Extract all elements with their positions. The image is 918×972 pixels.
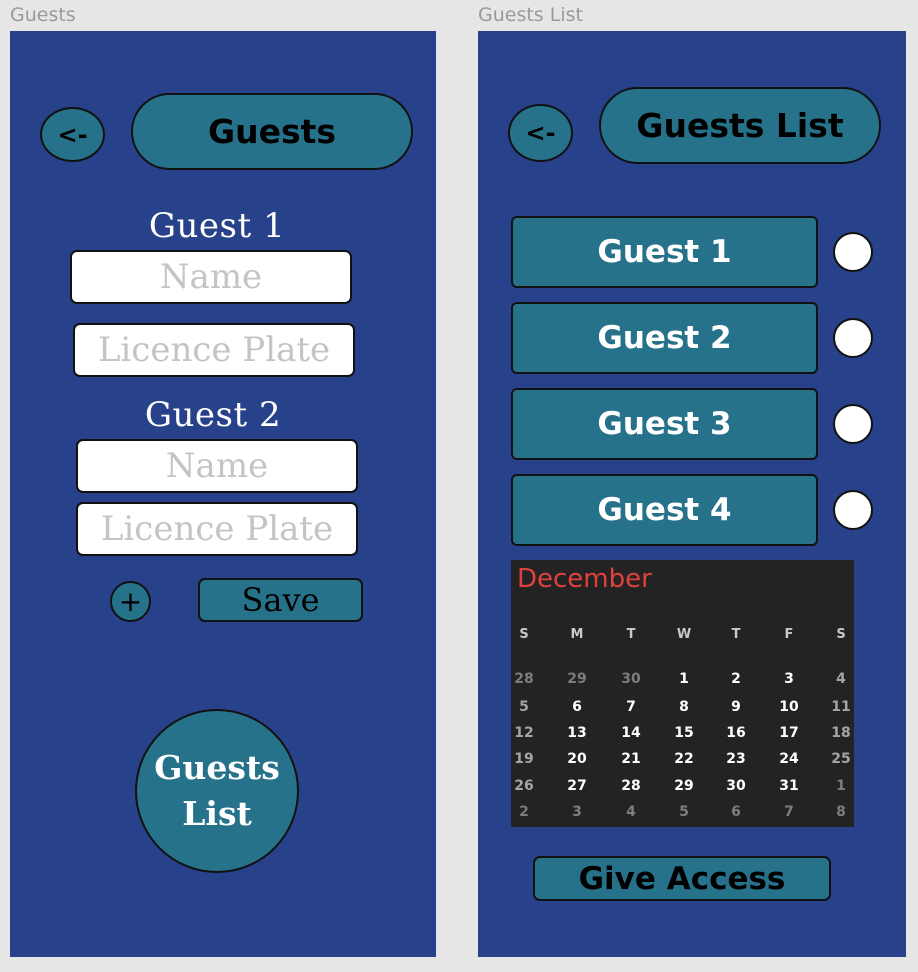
guest-2-label: Guest 2 (144, 395, 282, 435)
calendar-day[interactable]: 3 (560, 804, 594, 820)
page-title: Guests List (599, 87, 881, 164)
calendar-day[interactable]: 6 (560, 699, 594, 715)
calendar-day[interactable]: 30 (719, 778, 753, 794)
calendar-day[interactable]: 17 (772, 725, 806, 741)
guests-screen: <- Guests Guest 1 Guest 2 + Save Guests … (10, 31, 436, 957)
calendar-day[interactable]: 5 (667, 804, 701, 820)
calendar-weekday: S (836, 627, 846, 642)
artboard-label-guests-list: Guests List (478, 4, 583, 26)
calendar-day[interactable]: 31 (772, 778, 806, 794)
calendar-day[interactable]: 27 (560, 778, 594, 794)
calendar-day[interactable]: 7 (614, 699, 648, 715)
calendar-weekday: T (731, 627, 741, 642)
guest-2-name-field[interactable] (76, 439, 358, 493)
calendar-day[interactable]: 20 (560, 751, 594, 767)
calendar-day[interactable]: 25 (824, 751, 858, 767)
calendar-day[interactable]: 2 (507, 804, 541, 820)
calendar-day[interactable]: 2 (719, 671, 753, 687)
calendar-day[interactable]: 24 (772, 751, 806, 767)
guest-4-radio[interactable] (833, 490, 873, 530)
calendar-weekday: W (676, 627, 692, 642)
calendar-day[interactable]: 4 (614, 804, 648, 820)
calendar-day[interactable]: 13 (560, 725, 594, 741)
calendar-day[interactable]: 26 (507, 778, 541, 794)
guest-1-licence-plate-field[interactable] (73, 323, 355, 377)
calendar-day[interactable]: 28 (507, 671, 541, 687)
calendar-day[interactable]: 8 (667, 699, 701, 715)
guest-item-3[interactable]: Guest 3 (511, 388, 818, 460)
calendar-month: December (517, 564, 652, 594)
guest-item-4[interactable]: Guest 4 (511, 474, 818, 546)
calendar-day[interactable]: 19 (507, 751, 541, 767)
guest-2-radio[interactable] (833, 318, 873, 358)
calendar-day[interactable]: 1 (667, 671, 701, 687)
calendar-day[interactable]: 22 (667, 751, 701, 767)
guests-list-button[interactable]: Guests List (135, 709, 299, 873)
calendar-day[interactable]: 30 (614, 671, 648, 687)
calendar-day[interactable]: 1 (824, 778, 858, 794)
calendar-day[interactable]: 11 (824, 699, 858, 715)
calendar-day[interactable]: 28 (614, 778, 648, 794)
calendar-day[interactable]: 4 (824, 671, 858, 687)
calendar-day[interactable]: 6 (719, 804, 753, 820)
calendar-day[interactable]: 7 (772, 804, 806, 820)
calendar-day[interactable]: 8 (824, 804, 858, 820)
calendar-day[interactable]: 15 (667, 725, 701, 741)
calendar-day[interactable]: 10 (772, 699, 806, 715)
guest-item-1[interactable]: Guest 1 (511, 216, 818, 288)
page-title: Guests (131, 93, 413, 170)
calendar-weekday: M (570, 627, 584, 642)
calendar-day[interactable]: 16 (719, 725, 753, 741)
calendar-day[interactable]: 12 (507, 725, 541, 741)
calendar-day[interactable]: 21 (614, 751, 648, 767)
give-access-button[interactable]: Give Access (533, 856, 831, 901)
calendar-day[interactable]: 23 (719, 751, 753, 767)
guest-2-licence-plate-field[interactable] (76, 502, 358, 556)
guest-1-name-field[interactable] (70, 250, 352, 304)
back-button[interactable]: <- (508, 104, 573, 162)
guests-list-button-line1: Guests (154, 748, 280, 787)
calendar-day[interactable]: 9 (719, 699, 753, 715)
calendar-day[interactable]: 18 (824, 725, 858, 741)
calendar-weekday: F (784, 627, 794, 642)
calendar-day[interactable]: 29 (560, 671, 594, 687)
artboard-label-guests: Guests (10, 4, 76, 26)
back-button[interactable]: <- (40, 107, 105, 162)
add-guest-button[interactable]: + (110, 581, 151, 622)
guests-list-button-line2: List (182, 794, 252, 833)
guests-list-screen: <- Guests List Guest 1 Guest 2 Guest 3 G… (478, 31, 906, 957)
guest-3-radio[interactable] (833, 404, 873, 444)
guest-item-2[interactable]: Guest 2 (511, 302, 818, 374)
calendar-day[interactable]: 5 (507, 699, 541, 715)
calendar-day[interactable]: 29 (667, 778, 701, 794)
guest-1-label: Guest 1 (148, 206, 286, 246)
calendar-weekday: T (626, 627, 636, 642)
guest-1-radio[interactable] (833, 232, 873, 272)
calendar-day[interactable]: 14 (614, 725, 648, 741)
calendar-day[interactable]: 3 (772, 671, 806, 687)
calendar: December S M T W T F S 28 29 30 1 2 3 4 5 6 7 8 9 10 11 12 13 1… (511, 560, 854, 827)
calendar-weekday: S (519, 627, 529, 642)
save-button[interactable]: Save (198, 578, 363, 622)
